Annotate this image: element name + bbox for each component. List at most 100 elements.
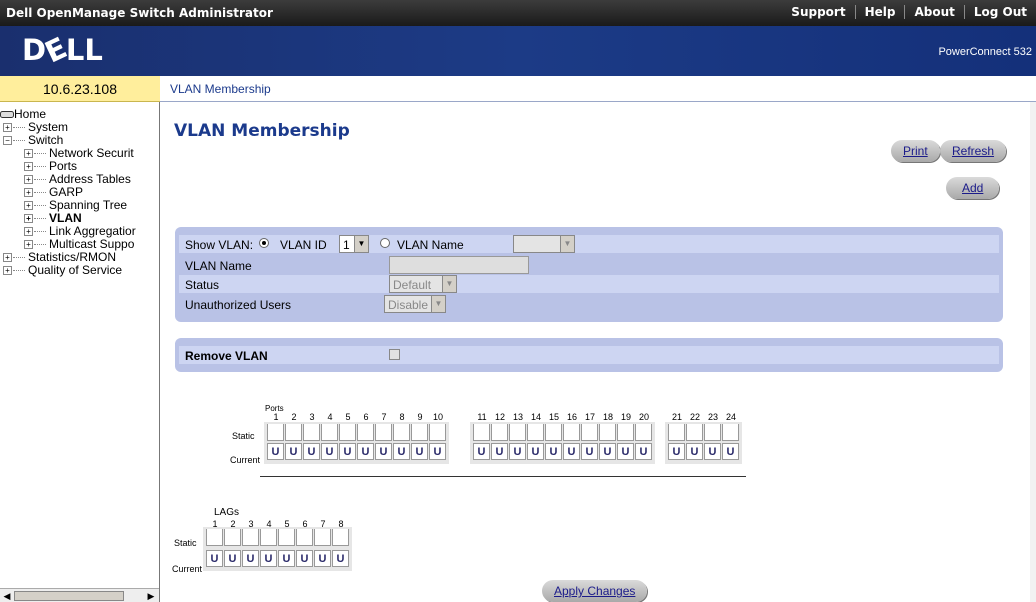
port-static-cell[interactable] <box>393 424 410 441</box>
expand-icon[interactable]: + <box>24 240 33 250</box>
vlan-id-select[interactable]: 1 ▼ <box>339 235 369 253</box>
vlan-name-select[interactable]: ▼ <box>513 235 575 253</box>
port-current-cell[interactable]: U <box>635 443 652 460</box>
lag-static-cell[interactable] <box>332 529 349 546</box>
vlan-id-radio[interactable] <box>259 238 269 248</box>
port-static-cell[interactable] <box>599 424 616 441</box>
port-static-cell[interactable] <box>509 424 526 441</box>
port-current-cell[interactable]: U <box>509 443 526 460</box>
port-current-cell[interactable]: U <box>473 443 490 460</box>
port-current-cell[interactable]: U <box>303 443 320 460</box>
port-static-cell[interactable] <box>668 424 685 441</box>
port-current-cell[interactable]: U <box>429 443 446 460</box>
port-static-cell[interactable] <box>375 424 392 441</box>
scroll-left-icon[interactable]: ◀ <box>1 590 13 602</box>
port-current-cell[interactable]: U <box>357 443 374 460</box>
print-button[interactable]: Print <box>891 140 940 162</box>
port-current-cell[interactable]: U <box>393 443 410 460</box>
port-static-cell[interactable] <box>617 424 634 441</box>
scroll-right-icon[interactable]: ▶ <box>145 590 157 602</box>
port-static-cell[interactable] <box>303 424 320 441</box>
tree-item-quality-of-service[interactable]: + Quality of Service <box>3 264 122 277</box>
port-static-cell[interactable] <box>563 424 580 441</box>
port-current-cell[interactable]: U <box>339 443 356 460</box>
expand-icon[interactable]: + <box>24 188 33 198</box>
lag-static-cell[interactable] <box>224 529 241 546</box>
lag-number: 2 <box>230 519 236 529</box>
port-static-cell[interactable] <box>339 424 356 441</box>
scroll-thumb[interactable] <box>14 591 124 601</box>
lag-current-cell[interactable]: U <box>206 550 223 567</box>
expand-icon[interactable]: + <box>3 123 12 133</box>
status-select[interactable]: Default ▼ <box>389 275 457 293</box>
help-link[interactable]: Help <box>854 5 905 19</box>
expand-icon[interactable]: + <box>24 201 33 211</box>
lag-current-cell[interactable]: U <box>242 550 259 567</box>
port-current-cell[interactable]: U <box>527 443 544 460</box>
port-static-cell[interactable] <box>429 424 446 441</box>
port-static-cell[interactable] <box>357 424 374 441</box>
port-static-cell[interactable] <box>545 424 562 441</box>
port-static-cell[interactable] <box>411 424 428 441</box>
add-button[interactable]: Add <box>946 177 1000 199</box>
expand-icon[interactable]: + <box>24 162 33 172</box>
port-current-cell[interactable]: U <box>599 443 616 460</box>
about-link[interactable]: About <box>904 5 963 19</box>
port-current-cell[interactable]: U <box>285 443 302 460</box>
tree-horizontal-scrollbar[interactable]: ◀ ▶ <box>0 588 159 602</box>
port-current-cell[interactable]: U <box>668 443 685 460</box>
port-current-cell[interactable]: U <box>563 443 580 460</box>
lag-static-cell[interactable] <box>296 529 313 546</box>
port-static-cell[interactable] <box>473 424 490 441</box>
port-static-cell[interactable] <box>285 424 302 441</box>
expand-icon[interactable]: + <box>3 266 12 276</box>
lag-static-cell[interactable] <box>260 529 277 546</box>
port-static-cell[interactable] <box>722 424 739 441</box>
expand-icon[interactable]: + <box>24 175 33 185</box>
port-current-cell[interactable]: U <box>617 443 634 460</box>
apply-changes-button[interactable]: Apply Changes <box>542 580 648 602</box>
port-static-cell[interactable] <box>581 424 598 441</box>
port-current-cell[interactable]: U <box>545 443 562 460</box>
lag-current-cell[interactable]: U <box>278 550 295 567</box>
lag-static-cell[interactable] <box>206 529 223 546</box>
expand-icon[interactable]: + <box>3 253 12 263</box>
lag-static-cell[interactable] <box>278 529 295 546</box>
lag-current-cell[interactable]: U <box>260 550 277 567</box>
expand-icon[interactable]: + <box>24 149 33 159</box>
expand-icon[interactable]: + <box>24 227 33 237</box>
port-current-cell[interactable]: U <box>267 443 284 460</box>
vlan-name-field[interactable] <box>389 256 529 274</box>
port-current-cell[interactable]: U <box>375 443 392 460</box>
logout-link[interactable]: Log Out <box>963 5 1036 19</box>
port-static-cell[interactable] <box>704 424 721 441</box>
port-static-cell[interactable] <box>527 424 544 441</box>
port-static-cell[interactable] <box>321 424 338 441</box>
port-current-cell[interactable]: U <box>722 443 739 460</box>
port-current-cell[interactable]: U <box>491 443 508 460</box>
vlan-name-radio[interactable] <box>380 238 390 248</box>
port-current-cell[interactable]: U <box>411 443 428 460</box>
lag-static-cell[interactable] <box>242 529 259 546</box>
port-current-cell[interactable]: U <box>321 443 338 460</box>
unauthorized-users-select[interactable]: Disable ▼ <box>384 295 446 313</box>
port-current-cell[interactable]: U <box>581 443 598 460</box>
refresh-button[interactable]: Refresh <box>940 140 1007 162</box>
port-static-cell[interactable] <box>686 424 703 441</box>
main-vertical-scrollbar[interactable] <box>1030 102 1036 602</box>
support-link[interactable]: Support <box>782 5 854 19</box>
lag-current-cell[interactable]: U <box>314 550 331 567</box>
port-static-cell[interactable] <box>267 424 284 441</box>
remove-vlan-checkbox[interactable] <box>389 349 400 360</box>
port-current-cell[interactable]: U <box>704 443 721 460</box>
collapse-icon[interactable]: − <box>3 136 12 146</box>
port-current-cell[interactable]: U <box>686 443 703 460</box>
expand-icon[interactable]: + <box>24 214 33 224</box>
lag-current-cell[interactable]: U <box>296 550 313 567</box>
lag-static-cell[interactable] <box>314 529 331 546</box>
port-static-cell[interactable] <box>635 424 652 441</box>
lag-current-cell[interactable]: U <box>332 550 349 567</box>
tree-item-network-security[interactable]: + Network Securit <box>24 147 134 160</box>
port-static-cell[interactable] <box>491 424 508 441</box>
lag-current-cell[interactable]: U <box>224 550 241 567</box>
